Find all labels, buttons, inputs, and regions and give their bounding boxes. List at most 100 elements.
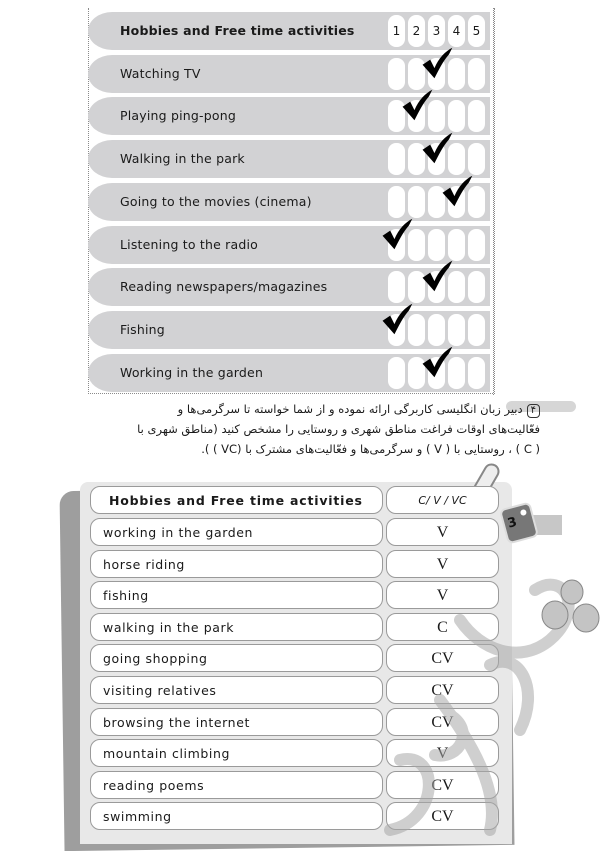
- activity-label: Fishing: [120, 321, 165, 337]
- rating-row: Fishing: [88, 303, 490, 349]
- checkmark-icon: [420, 259, 454, 293]
- card-edge: [493, 8, 494, 395]
- code-cell[interactable]: C: [386, 612, 499, 641]
- activity-name: walking in the park: [103, 619, 235, 635]
- activity-name: fishing: [103, 588, 149, 604]
- code-cell[interactable]: CV: [386, 676, 499, 704]
- scale-number: 4: [448, 15, 465, 47]
- rating-cells: [388, 132, 488, 176]
- header-code: C/ V / VC: [386, 486, 499, 514]
- rating-cell[interactable]: [388, 57, 405, 90]
- classification-row: reading poems CV: [90, 770, 504, 799]
- checkmark-icon: [420, 131, 454, 165]
- rating-cell[interactable]: [468, 228, 485, 261]
- rating-row: Reading newspapers/magazines: [88, 260, 490, 307]
- rating-cell[interactable]: [448, 313, 465, 346]
- rating-cells: [388, 346, 488, 389]
- activity-name: horse riding: [103, 556, 185, 572]
- classification-row: going shopping CV: [90, 644, 504, 673]
- rating-cell[interactable]: [388, 271, 405, 304]
- activity-label: Reading newspapers/magazines: [120, 279, 328, 295]
- classification-header-row: Hobbies and Free time activities C/ V / …: [90, 486, 504, 514]
- scale-number: 2: [408, 15, 425, 47]
- rating-cells: [388, 260, 488, 304]
- rating-cell[interactable]: [428, 228, 445, 261]
- rating-header-row: Hobbies and Free time activities 1 2 3 4 5: [88, 12, 490, 50]
- activity-name: working in the garden: [103, 525, 254, 540]
- scale-number: 3: [428, 15, 445, 47]
- activity-cell: mountain climbing: [90, 739, 383, 768]
- code-cell[interactable]: CV: [386, 770, 499, 799]
- rating-cells: [382, 218, 488, 261]
- scale-label: 1: [392, 24, 401, 38]
- activity-cell: fishing: [90, 581, 383, 610]
- checkmark-icon: [420, 345, 454, 379]
- header-activity: Hobbies and Free time activities: [109, 493, 363, 508]
- checkmark-icon: [420, 46, 454, 80]
- rating-cell[interactable]: [408, 185, 425, 218]
- activity-cell: walking in the park: [90, 612, 383, 641]
- activity-label: Watching TV: [120, 65, 201, 81]
- activity-name: mountain climbing: [103, 746, 231, 762]
- rating-cell[interactable]: [428, 313, 445, 346]
- unit-tag-label: 3: [506, 514, 519, 532]
- activity-label: Going to the movies (cinema): [120, 193, 312, 209]
- rating-cell[interactable]: [468, 100, 485, 133]
- classification-row: swimming CV: [90, 802, 504, 831]
- code-cell[interactable]: V: [386, 518, 499, 546]
- rating-cell[interactable]: [468, 57, 485, 90]
- classification-row: working in the garden V: [90, 518, 504, 546]
- scale-label: 5: [472, 24, 481, 38]
- classification-row: fishing V: [90, 581, 504, 610]
- rating-cell[interactable]: [468, 356, 485, 389]
- watermark-dot: [541, 600, 569, 630]
- rating-cell[interactable]: [468, 313, 485, 346]
- tag-hole-icon: [519, 508, 528, 517]
- rating-cell[interactable]: [388, 143, 405, 176]
- question-number: ۴: [526, 404, 540, 418]
- scale-label: 3: [432, 24, 441, 38]
- code-cell[interactable]: V: [386, 549, 499, 578]
- instruction-line-1: دبیر زبان انگلیسی کاربرگی ارائه نموده و …: [177, 402, 523, 416]
- rating-cells: [388, 90, 488, 133]
- instruction-line-3: ( C ) ، روستایی با ( V ) و سرگرمی‌ها و ف…: [201, 442, 540, 456]
- activity-name: reading poems: [103, 777, 205, 793]
- rating-row: Walking in the park: [88, 132, 490, 179]
- rating-cells: [388, 175, 488, 218]
- scale-label: 4: [452, 24, 461, 38]
- watermark-dot: [572, 603, 600, 633]
- code-cell[interactable]: V: [386, 581, 499, 610]
- rating-row: Watching TV: [88, 47, 490, 93]
- activity-cell: working in the garden: [90, 518, 383, 546]
- rating-cell[interactable]: [388, 356, 405, 389]
- classification-row: browsing the internet CV: [90, 707, 504, 736]
- code-cell[interactable]: CV: [386, 707, 499, 736]
- rating-cell[interactable]: [468, 271, 485, 304]
- activity-label: Listening to the radio: [120, 236, 259, 252]
- code-cell[interactable]: CV: [386, 802, 499, 831]
- instruction-line-2: فعّالیت‌های اوقات فراغت مناطق شهری و روس…: [137, 422, 540, 436]
- rating-cells: [382, 303, 488, 346]
- scale-number: 1: [388, 15, 405, 47]
- code-cell[interactable]: V: [386, 739, 499, 768]
- instruction-text: ۴دبیر زبان انگلیسی کاربرگی ارائه نموده و…: [120, 399, 540, 459]
- rating-cell[interactable]: [388, 185, 405, 218]
- rating-row: Working in the garden: [88, 346, 490, 392]
- rating-row: Listening to the radio: [88, 218, 490, 264]
- activity-cell: going shopping: [90, 644, 383, 673]
- code-cell[interactable]: CV: [386, 644, 499, 673]
- rating-row: Playing ping-pong: [88, 90, 490, 136]
- rating-row: Going to the movies (cinema): [88, 175, 490, 221]
- classification-row: visiting relatives CV: [90, 676, 504, 704]
- classification-row: mountain climbing V: [90, 739, 504, 768]
- rating-cell[interactable]: [448, 228, 465, 261]
- activity-cell: horse riding: [90, 549, 383, 578]
- classification-row: horse riding V: [90, 549, 504, 578]
- rating-cell[interactable]: [448, 100, 465, 133]
- activity-cell: reading poems: [90, 770, 383, 799]
- checkmark-icon: [380, 217, 414, 251]
- watermark-dot: [560, 579, 584, 605]
- checkmark-icon: [440, 174, 474, 208]
- rating-cell[interactable]: [468, 143, 485, 176]
- activity-name: swimming: [103, 809, 172, 825]
